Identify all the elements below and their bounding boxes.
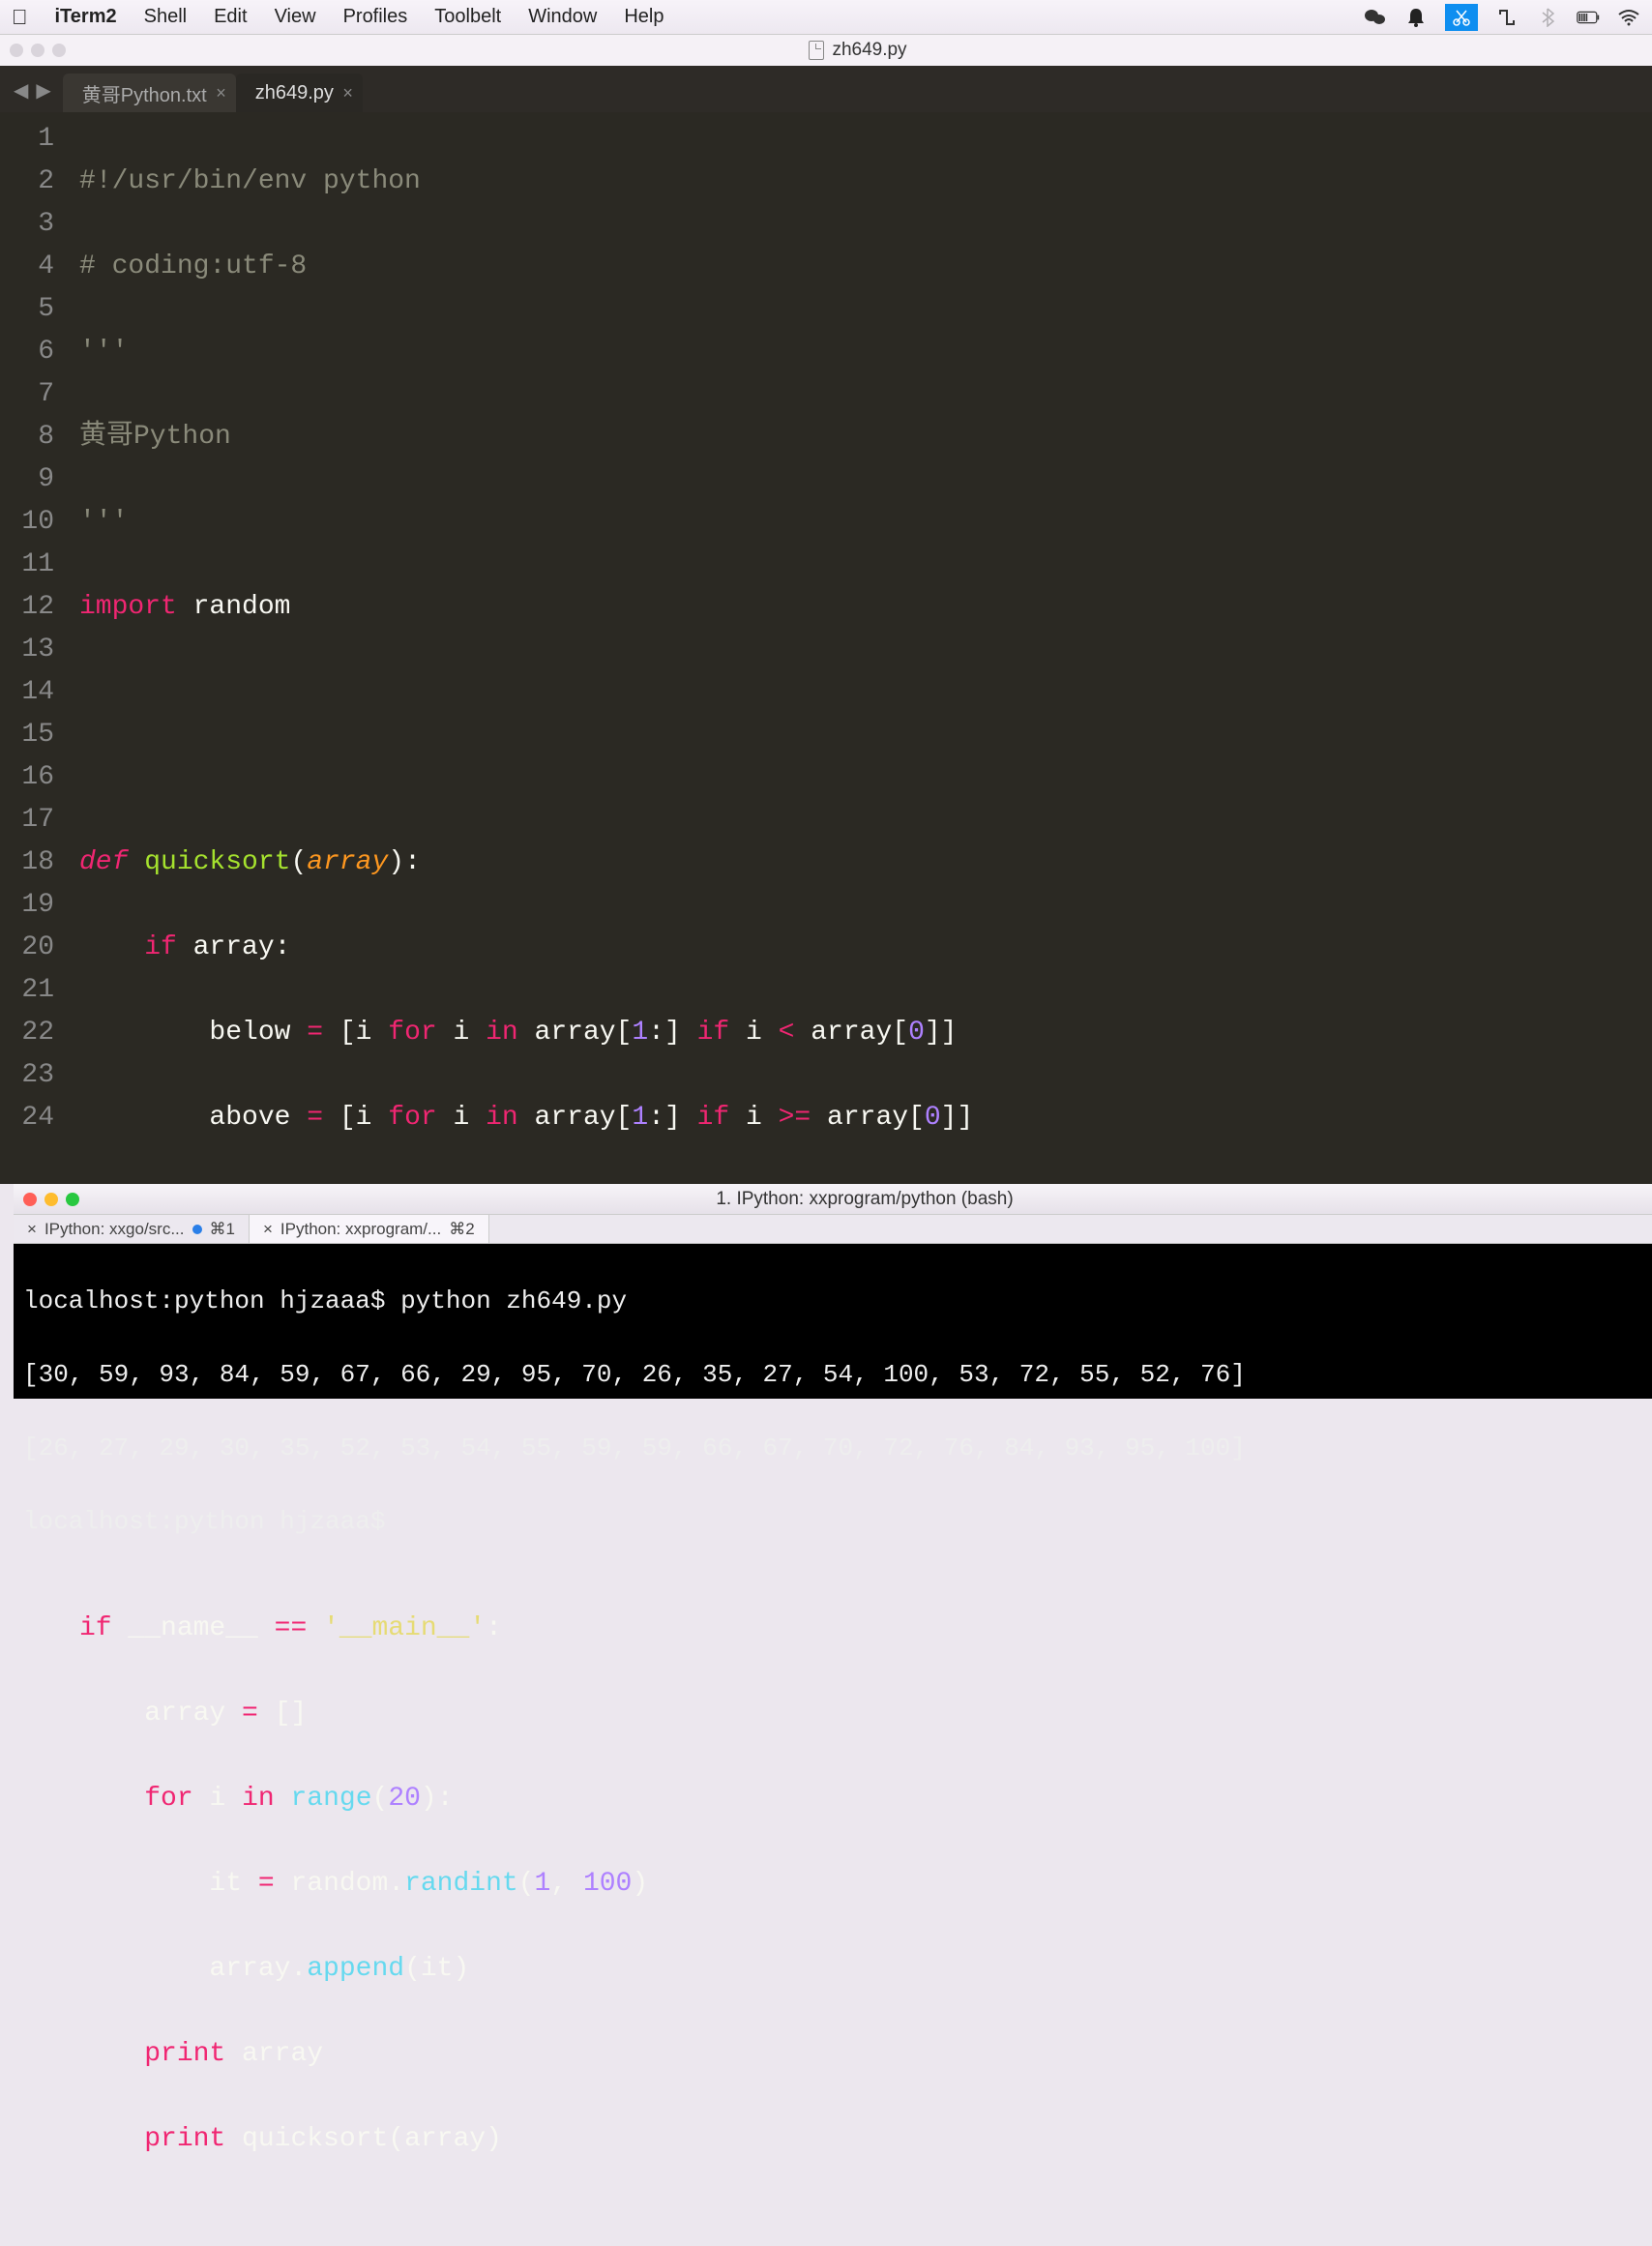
minimize-dot[interactable] [31, 44, 44, 57]
terminal-tab-1-label: IPython: xxprogram/... [280, 1220, 441, 1239]
terminal-line: [26, 27, 29, 30, 35, 52, 53, 54, 55, 59,… [23, 1430, 1642, 1466]
menu-window[interactable]: Window [528, 6, 597, 28]
menu-edit[interactable]: Edit [214, 6, 247, 28]
wechat-icon[interactable] [1364, 8, 1387, 27]
terminal-tab-0-shortcut: ⌘1 [210, 1220, 235, 1239]
code-editor[interactable]: 123456789101112131415161718192021222324 … [0, 112, 1652, 1184]
terminal-tab-0-label: IPython: xxgo/src... [44, 1220, 185, 1239]
nav-forward-icon[interactable]: ▶ [36, 78, 50, 103]
terminal-output[interactable]: localhost:python hjzaaa$ python zh649.py… [14, 1244, 1652, 1399]
macos-menubar:  iTerm2 Shell Edit View Profiles Toolbe… [0, 0, 1652, 35]
close-icon[interactable]: × [27, 1220, 37, 1239]
terminal-prompt: localhost:python hjzaaa$ [23, 1503, 1642, 1540]
app-name[interactable]: iTerm2 [55, 6, 117, 28]
zoom-dot[interactable] [52, 44, 66, 57]
close-icon[interactable]: × [263, 1220, 273, 1239]
line-number-gutter: 123456789101112131415161718192021222324 [0, 112, 66, 1184]
editor-tab-bar: ◀ ▶ 黄哥Python.txt × zh649.py × [0, 66, 1652, 112]
terminal-titlebar: 1. IPython: xxprogram/python (bash) [14, 1184, 1652, 1215]
terminal-tab-0[interactable]: × IPython: xxgo/src... ⌘1 [14, 1215, 250, 1243]
close-icon[interactable]: × [342, 83, 353, 103]
notification-icon[interactable] [1404, 8, 1428, 27]
menu-help[interactable]: Help [624, 6, 664, 28]
terminal-tab-bar: × IPython: xxgo/src... ⌘1 × IPython: xxp… [14, 1215, 1652, 1244]
close-dot[interactable] [10, 44, 23, 57]
snip-tool-icon[interactable] [1445, 4, 1478, 31]
terminal-tab-1-shortcut: ⌘2 [449, 1220, 474, 1239]
close-dot[interactable] [23, 1193, 37, 1206]
terminal-window: 1. IPython: xxprogram/python (bash) × IP… [14, 1184, 1652, 1399]
terminal-tab-1[interactable]: × IPython: xxprogram/... ⌘2 [250, 1215, 489, 1243]
tab-1[interactable]: zh649.py × [236, 74, 363, 112]
tab-0[interactable]: 黄哥Python.txt × [63, 74, 236, 112]
tab-1-label: zh649.py [255, 82, 334, 104]
activity-indicator-icon [192, 1225, 202, 1234]
menu-toolbelt[interactable]: Toolbelt [434, 6, 501, 28]
terminal-line: localhost:python hjzaaa$ python zh649.py [23, 1283, 1642, 1319]
nav-back-icon[interactable]: ◀ [14, 78, 28, 103]
close-icon[interactable]: × [216, 83, 226, 103]
wifi-icon[interactable] [1617, 8, 1640, 27]
terminal-line: [30, 59, 93, 84, 59, 67, 66, 29, 95, 70,… [23, 1356, 1642, 1393]
terminal-title: 1. IPython: xxprogram/python (bash) [87, 1189, 1642, 1210]
battery-icon[interactable] [1577, 8, 1600, 27]
menu-profiles[interactable]: Profiles [343, 6, 408, 28]
zoom-dot[interactable] [66, 1193, 79, 1206]
menu-view[interactable]: View [275, 6, 316, 28]
tab-0-label: 黄哥Python.txt [82, 79, 207, 107]
editor-window-titlebar: zh649.py [0, 35, 1652, 66]
sync-icon[interactable] [1495, 8, 1519, 27]
doc-icon [809, 41, 824, 60]
apple-icon[interactable]:  [12, 5, 28, 30]
menu-shell[interactable]: Shell [144, 6, 187, 28]
window-title: zh649.py [832, 40, 906, 61]
code-content[interactable]: #!/usr/bin/env python # coding:utf-8 '''… [66, 112, 1652, 1184]
bluetooth-icon[interactable] [1536, 8, 1559, 27]
minimize-dot[interactable] [44, 1193, 58, 1206]
